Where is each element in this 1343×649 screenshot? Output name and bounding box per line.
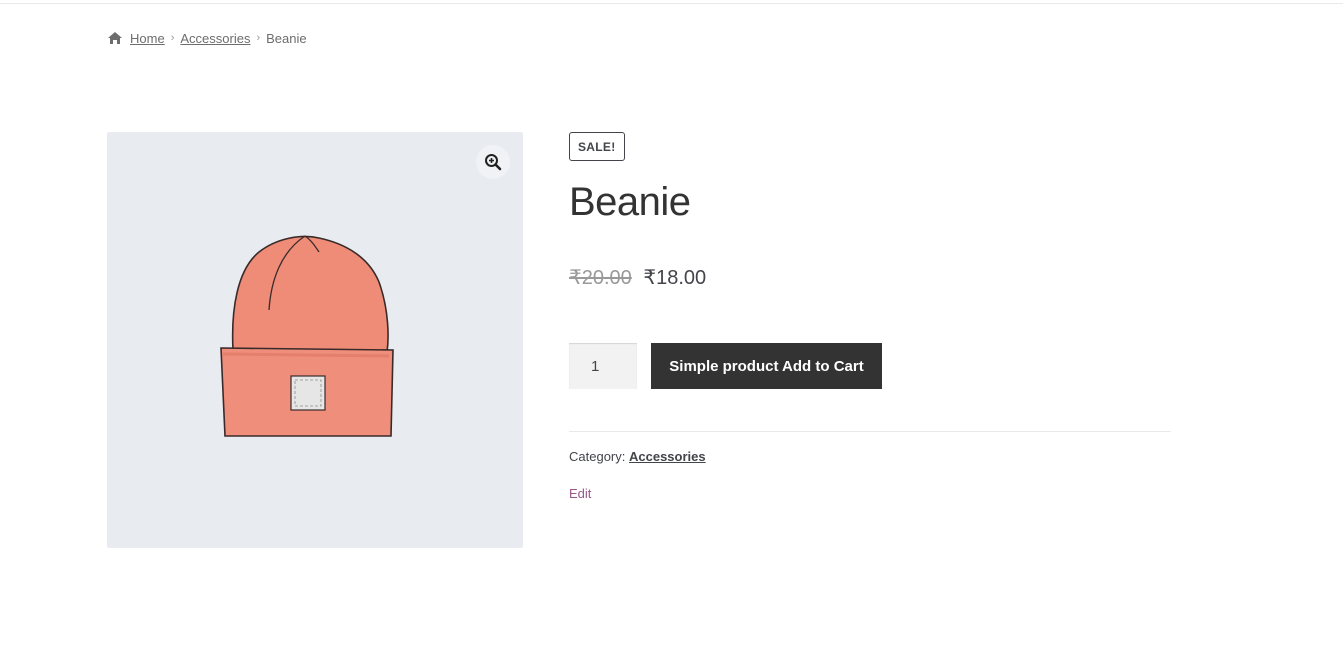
quantity-input[interactable] xyxy=(569,343,637,389)
breadcrumb: Home › Accessories › Beanie xyxy=(107,29,307,47)
product-gallery[interactable] xyxy=(107,132,523,548)
add-to-cart-button[interactable]: Simple product Add to Cart xyxy=(651,343,882,389)
summary-divider xyxy=(569,431,1171,432)
home-icon xyxy=(108,32,122,44)
breadcrumb-separator-icon: › xyxy=(170,32,175,44)
product-title: Beanie xyxy=(569,180,691,224)
edit-link[interactable]: Edit xyxy=(569,486,591,501)
regular-price: ₹20.00 xyxy=(569,267,632,289)
breadcrumb-separator-icon: › xyxy=(256,32,261,44)
category-label: Category: xyxy=(569,449,626,464)
product-price: ₹20.00 ₹18.00 xyxy=(569,265,706,290)
header-divider xyxy=(0,3,1343,4)
sale-badge: SALE! xyxy=(569,132,625,161)
category-link[interactable]: Accessories xyxy=(629,449,706,464)
product-meta: Category: Accessories xyxy=(569,449,706,464)
beanie-image[interactable] xyxy=(219,230,409,450)
breadcrumb-category-link[interactable]: Accessories xyxy=(180,31,250,46)
zoom-in-icon[interactable] xyxy=(476,145,510,179)
breadcrumb-home-link[interactable]: Home xyxy=(130,31,165,46)
breadcrumb-current: Beanie xyxy=(266,30,307,46)
sale-price: ₹18.00 xyxy=(643,267,707,289)
